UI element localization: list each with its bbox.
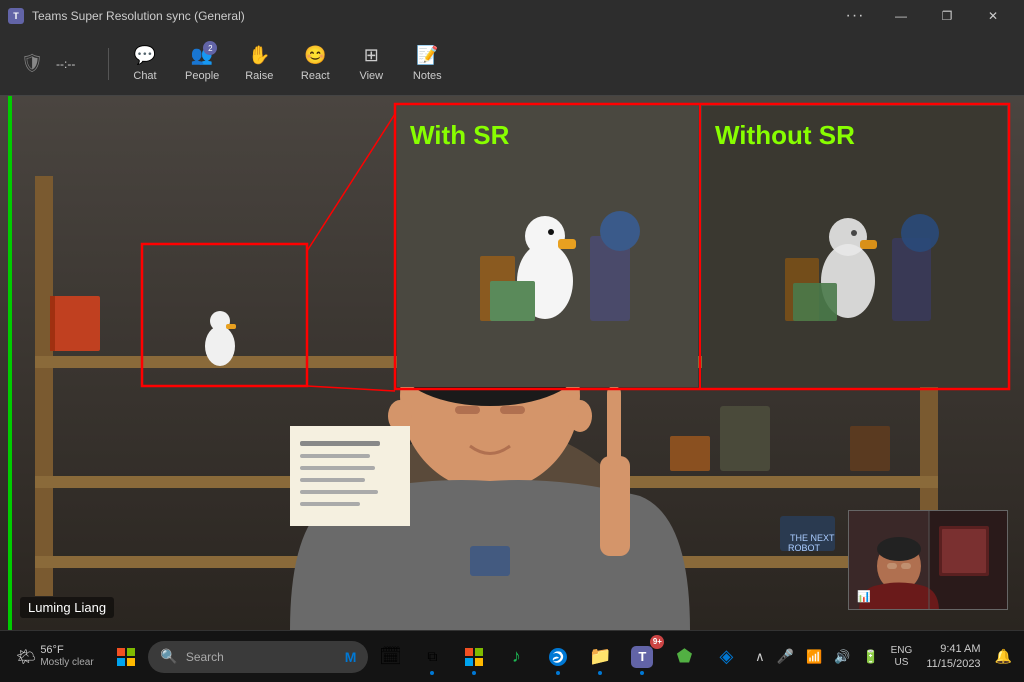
security-icon: 🛡 <box>16 48 48 80</box>
teams-taskbar-button[interactable]: T 9+ <box>622 637 662 677</box>
taskbar-search-box[interactable]: 🔍 Search M <box>148 641 368 673</box>
teams-icon: T <box>631 646 653 668</box>
app-extra-icon: ◈ <box>719 646 733 667</box>
date-display: 11/15/2023 <box>926 657 980 671</box>
wifi-icon[interactable]: 📶 <box>802 645 826 669</box>
video-area: THE NEXT ROBOT <box>0 96 1024 630</box>
react-label: React <box>301 70 330 82</box>
edge-button[interactable] <box>538 637 578 677</box>
weather-widget[interactable]: 🌤 56°F Mostly clear <box>8 640 102 673</box>
microsoft365-button[interactable] <box>454 637 494 677</box>
people-button[interactable]: 👥 2 People <box>177 41 227 86</box>
raise-label: Raise <box>245 70 273 82</box>
taskbar-apps: 🔍 Search M 🗓 ⧉ ♪ <box>106 637 747 677</box>
system-tray: ∧ 🎤 📶 🔊 🔋 ENG US 9:41 AM 11/15/2023 🔔 <box>751 640 1016 673</box>
tray-overflow-button[interactable]: ∧ <box>751 645 769 669</box>
windows-logo-icon <box>117 648 135 666</box>
clock-widget[interactable]: 9:41 AM 11/15/2023 <box>920 640 986 673</box>
minimize-button[interactable]: — <box>878 0 924 32</box>
window-title: Teams Super Resolution sync (General) <box>32 9 245 23</box>
explorer-button[interactable]: 📁 <box>580 637 620 677</box>
time-display: 9:41 AM <box>940 642 980 656</box>
taskbar-search-icon: 🔍 <box>160 648 177 665</box>
toolbar-divider <box>108 48 109 80</box>
weather-temp: 56°F <box>40 644 93 657</box>
language-indicator[interactable]: ENG US <box>887 643 917 671</box>
speaker-name-label: Luming Liang <box>20 597 114 618</box>
weather-icon: 🌤 <box>16 647 36 667</box>
notes-label: Notes <box>413 70 442 82</box>
active-speaker-indicator <box>8 96 12 630</box>
battery-icon[interactable]: 🔋 <box>858 645 882 669</box>
taskbar-search-placeholder: Search <box>186 650 224 664</box>
react-icon: 😊 <box>304 45 326 66</box>
title-bar: T Teams Super Resolution sync (General) … <box>0 0 1024 32</box>
mic-tray-icon[interactable]: 🎤 <box>773 644 798 669</box>
view-icon: ⊞ <box>364 45 379 66</box>
svg-text:THE NEXT: THE NEXT <box>790 533 835 543</box>
teams-app-logo: T <box>8 8 24 24</box>
locale-label: US <box>895 657 909 669</box>
pip-thumbnail[interactable]: 📊 <box>848 510 1008 610</box>
svg-text:Without SR: Without SR <box>715 120 855 150</box>
more-options-button[interactable]: ··· <box>832 0 878 32</box>
svg-text:ROBOT: ROBOT <box>788 543 821 553</box>
teams-notification-badge: 9+ <box>650 635 664 649</box>
people-label: People <box>185 70 219 82</box>
maximize-button[interactable]: ❐ <box>924 0 970 32</box>
xbox-icon: ⬟ <box>677 646 693 667</box>
close-button[interactable]: ✕ <box>970 0 1016 32</box>
volume-icon[interactable]: 🔊 <box>830 645 854 669</box>
people-badge-container: 👥 2 <box>191 45 213 66</box>
raise-hand-icon: ✋ <box>248 45 270 66</box>
task-view-button[interactable]: ⧉ <box>412 637 452 677</box>
call-timer: --:-- <box>56 57 96 71</box>
spotify-icon: ♪ <box>512 646 521 667</box>
task-view-icon: ⧉ <box>427 648 437 665</box>
taskbar: 🌤 56°F Mostly clear 🔍 Search M 🗓 <box>0 630 1024 682</box>
microsoft365-icon <box>464 647 484 667</box>
notes-icon: 📝 <box>416 45 438 66</box>
microsoft-logo-in-search: M <box>345 649 357 665</box>
start-button[interactable] <box>106 637 146 677</box>
notification-button[interactable]: 🔔 <box>991 644 1016 669</box>
chat-button[interactable]: 💬 Chat <box>121 41 169 86</box>
chat-label: Chat <box>133 70 156 82</box>
svg-text:With SR: With SR <box>410 120 510 150</box>
weather-condition: Mostly clear <box>40 657 93 669</box>
react-button[interactable]: 😊 React <box>291 41 339 86</box>
edge-icon <box>548 647 568 667</box>
raise-hand-button[interactable]: ✋ Raise <box>235 41 283 86</box>
pip-video <box>849 511 1008 610</box>
view-label: View <box>359 70 383 82</box>
view-button[interactable]: ⊞ View <box>347 41 395 86</box>
chat-icon: 💬 <box>134 45 156 66</box>
meeting-toolbar: 🛡 --:-- 💬 Chat 👥 2 People ✋ Raise 😊 Reac… <box>0 32 1024 96</box>
xbox-button[interactable]: ⬟ <box>664 637 704 677</box>
notes-button[interactable]: 📝 Notes <box>403 41 451 86</box>
language-label: ENG <box>891 645 913 657</box>
spotify-button[interactable]: ♪ <box>496 637 536 677</box>
widgets-icon: 🗓 <box>379 646 402 667</box>
pip-stats-icon: 📊 <box>857 590 871 603</box>
title-bar-left: T Teams Super Resolution sync (General) <box>8 8 245 24</box>
app-extra-button[interactable]: ◈ <box>706 637 746 677</box>
widgets-button[interactable]: 🗓 <box>370 637 410 677</box>
explorer-icon: 📁 <box>589 646 611 667</box>
people-count-badge: 2 <box>203 41 217 55</box>
